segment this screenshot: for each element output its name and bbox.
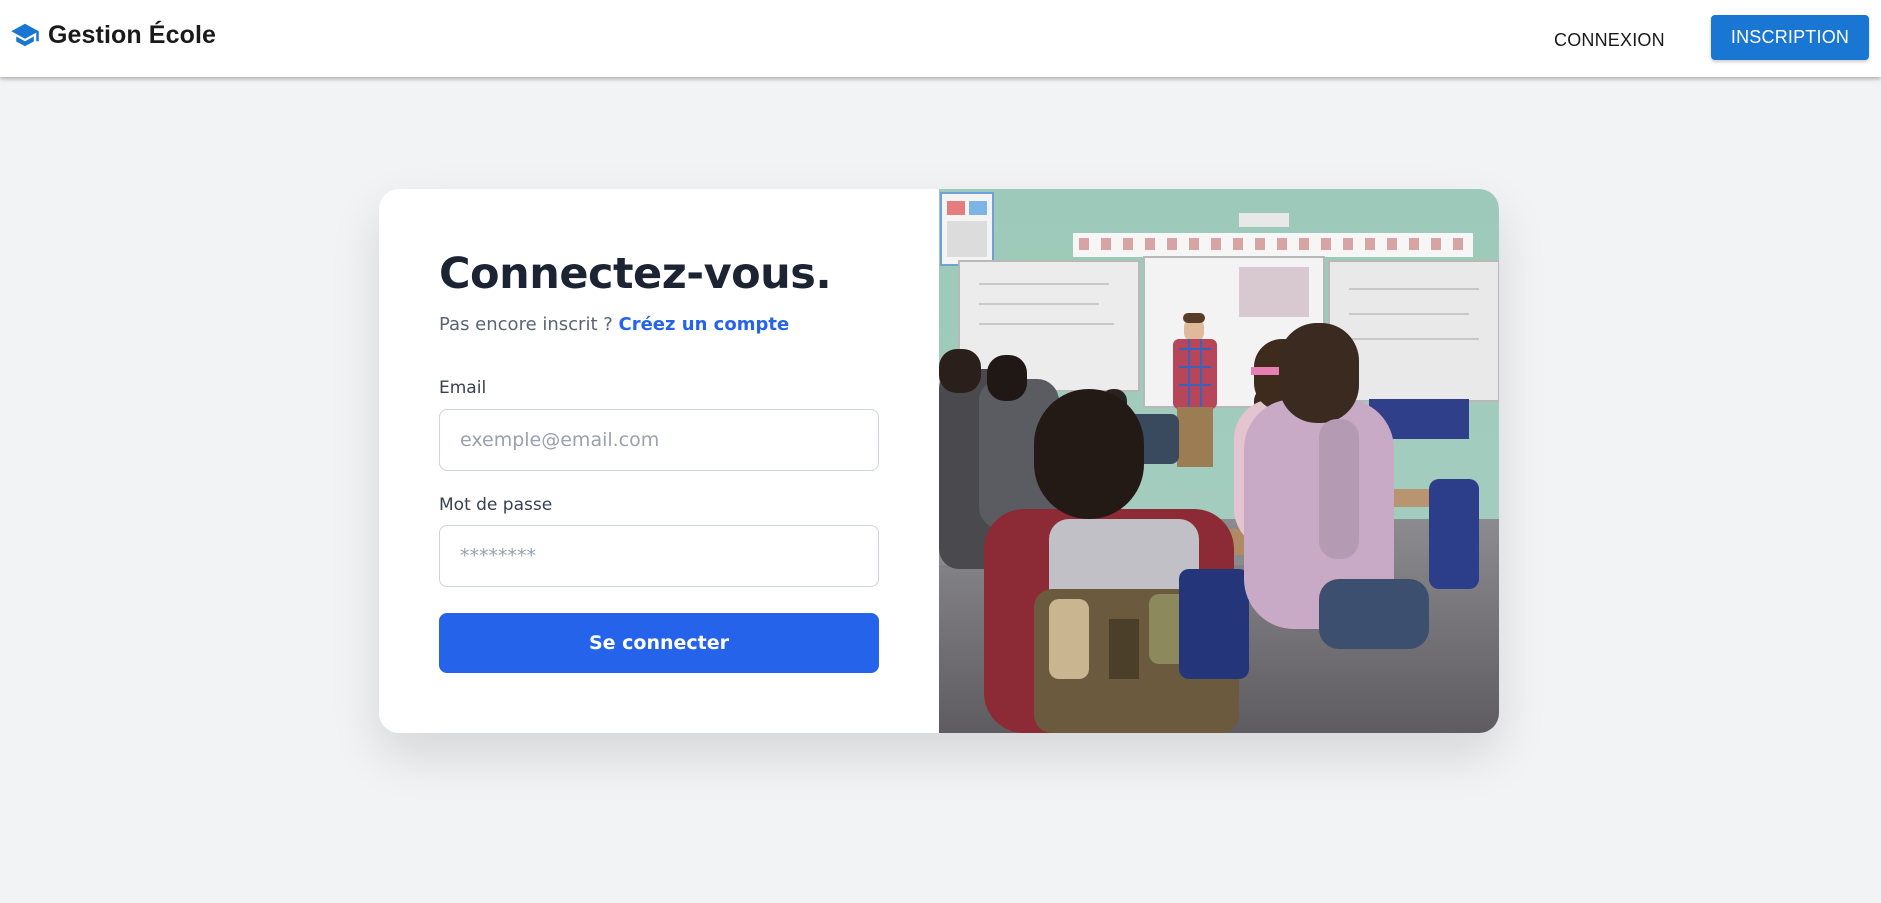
create-account-link[interactable]: Créez un compte	[619, 314, 790, 335]
login-card: Connectez-vous. Pas encore inscrit ? Cré…	[379, 189, 1499, 733]
top-app-bar: Gestion École CONNEXION INSCRIPTION	[0, 0, 1881, 77]
classroom-illustration	[939, 189, 1499, 733]
password-label: Mot de passe	[439, 495, 553, 515]
password-input[interactable]	[439, 525, 879, 587]
app-title: Gestion École	[48, 20, 217, 49]
brand[interactable]: Gestion École	[10, 20, 216, 50]
signup-prompt: Pas encore inscrit ? Créez un compte	[439, 314, 789, 335]
classroom-photo	[939, 189, 1499, 733]
login-submit-button[interactable]: Se connecter	[439, 613, 879, 673]
signup-nav-button[interactable]: INSCRIPTION	[1711, 15, 1869, 60]
signup-prompt-text: Pas encore inscrit ?	[439, 314, 619, 335]
email-label: Email	[439, 378, 487, 398]
login-nav-button[interactable]: CONNEXION	[1554, 22, 1665, 58]
login-title: Connectez-vous.	[439, 249, 832, 299]
login-form-panel: Connectez-vous. Pas encore inscrit ? Cré…	[379, 189, 939, 733]
email-input[interactable]	[439, 409, 879, 471]
graduation-cap-icon	[11, 23, 39, 47]
